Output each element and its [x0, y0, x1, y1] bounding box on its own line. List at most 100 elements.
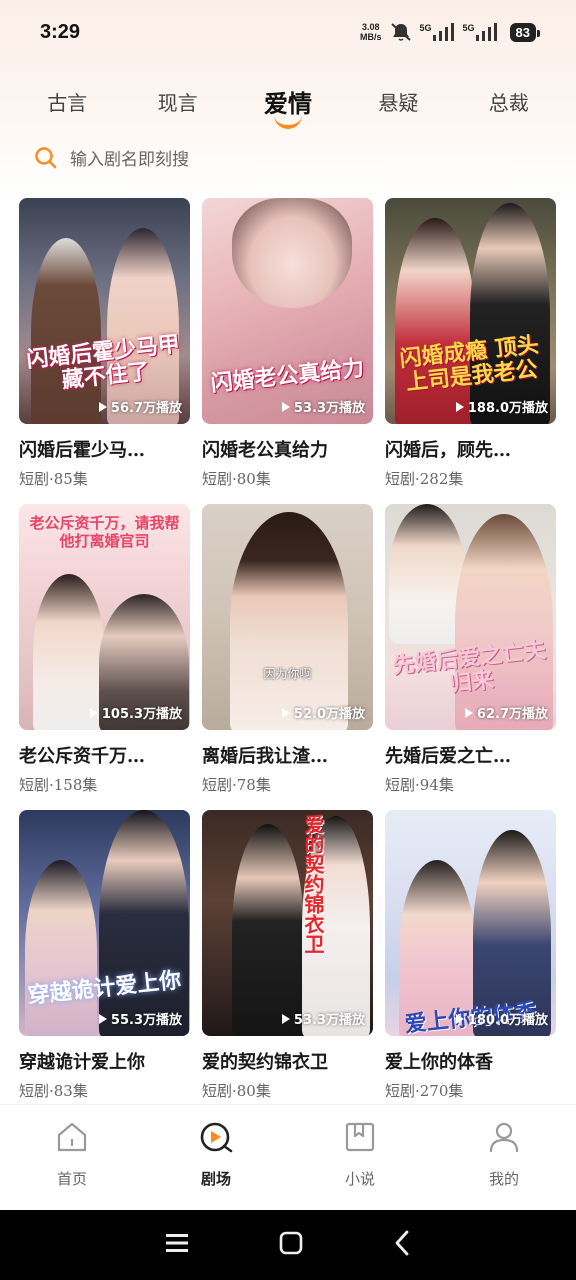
tab-ceo[interactable]: 总裁	[464, 87, 554, 116]
drama-meta: 短剧·80集	[202, 1082, 271, 1100]
book-icon	[343, 1120, 377, 1158]
tab-mystery[interactable]: 悬疑	[353, 87, 443, 116]
nav-theater[interactable]: 剧场	[166, 1120, 266, 1189]
status-icons: 3.08 MB/s 5G 5G 83	[360, 22, 541, 42]
network-speed-value: 3.08	[361, 22, 380, 32]
play-count-value: 55.3万播放	[110, 1013, 182, 1028]
nav-label: 我的	[488, 1170, 519, 1188]
drama-card[interactable]: 闪婚老公真给力 53.3万播放 闪婚老公真给力 短剧·80集	[202, 198, 373, 504]
drama-poster[interactable]: 爱的契约锦衣卫 53.3万播放	[202, 810, 373, 1036]
drama-meta: 短剧·270集	[385, 1082, 464, 1100]
play-count: 52.0万播放	[281, 703, 365, 722]
search-bar[interactable]	[34, 144, 554, 176]
drama-card[interactable]: 因为你啊 52.0万播放 离婚后我让渣… 短剧·78集	[202, 504, 373, 810]
menu-icon[interactable]	[165, 1232, 189, 1258]
signal-strength-icon: 5G	[463, 23, 498, 41]
play-icon	[98, 1013, 107, 1024]
drama-title[interactable]: 离婚后我让渣…	[202, 742, 373, 768]
drama-title[interactable]: 先婚后爱之亡…	[385, 742, 556, 768]
nav-novel[interactable]: 小说	[310, 1120, 410, 1189]
search-input[interactable]	[70, 150, 490, 170]
nav-label: 小说	[344, 1170, 375, 1188]
drama-title[interactable]: 闪婚老公真给力	[202, 436, 373, 462]
drama-card[interactable]: 闪婚成瘾 顶头上司是我老公 188.0万播放 闪婚后，顾先… 短剧·282集	[385, 198, 556, 504]
play-count-value: 105.3万播放	[101, 707, 182, 722]
play-count: 53.3万播放	[281, 1009, 365, 1028]
play-count: 53.3万播放	[281, 397, 365, 416]
nav-label: 首页	[56, 1170, 87, 1188]
home-button-icon[interactable]	[279, 1231, 303, 1259]
drama-card[interactable]: 穿越诡计爱上你 55.3万播放 穿越诡计爱上你 短剧·83集	[19, 810, 190, 1116]
bottom-nav: 首页 剧场 小说 我的	[0, 1104, 576, 1204]
drama-meta: 短剧·80集	[202, 470, 271, 488]
drama-title[interactable]: 闪婚后，顾先…	[385, 436, 556, 462]
back-icon[interactable]	[393, 1230, 411, 1260]
drama-grid: 闪婚后霍少马甲藏不住了 56.7万播放 闪婚后霍少马… 短剧·85集 闪婚老公真…	[19, 198, 559, 1116]
poster-title: 爱的契约锦衣卫	[301, 814, 325, 954]
profile-icon	[487, 1120, 521, 1158]
drama-poster[interactable]: 闪婚老公真给力 53.3万播放	[202, 198, 373, 424]
system-nav-bar	[0, 1210, 576, 1280]
play-icon	[464, 707, 473, 718]
tab-romance[interactable]: 爱情	[243, 84, 333, 119]
drama-poster[interactable]: 穿越诡计爱上你 55.3万播放	[19, 810, 190, 1036]
play-count-value: 188.0万播放	[467, 401, 548, 416]
tab-guyan[interactable]: 古言	[22, 87, 112, 116]
nav-profile[interactable]: 我的	[454, 1120, 554, 1189]
poster-title: 因为你啊	[263, 667, 312, 681]
drama-card[interactable]: 老公斥资千万，请我帮他打离婚官司 105.3万播放 老公斥资千万… 短剧·158…	[19, 504, 190, 810]
play-icon	[281, 707, 290, 718]
drama-poster[interactable]: 因为你啊 52.0万播放	[202, 504, 373, 730]
theater-play-icon	[198, 1120, 234, 1158]
category-tabs: 古言 现言 爱情 悬疑 总裁	[0, 76, 576, 126]
nav-label: 剧场	[200, 1170, 231, 1188]
play-icon	[455, 1013, 464, 1024]
network-speed: 3.08 MB/s	[360, 22, 382, 42]
drama-poster[interactable]: 先婚后爱之亡夫归来 62.7万播放	[385, 504, 556, 730]
play-icon	[281, 1013, 290, 1024]
drama-meta: 短剧·94集	[385, 776, 454, 794]
mute-bell-icon	[390, 22, 412, 42]
drama-poster[interactable]: 爱上你的体香 180.0万播放	[385, 810, 556, 1036]
drama-meta: 短剧·158集	[19, 776, 98, 794]
drama-meta: 短剧·85集	[19, 470, 88, 488]
battery-icon: 83	[509, 22, 541, 42]
drama-card[interactable]: 闪婚后霍少马甲藏不住了 56.7万播放 闪婚后霍少马… 短剧·85集	[19, 198, 190, 504]
nav-home[interactable]: 首页	[22, 1120, 122, 1189]
drama-meta: 短剧·83集	[19, 1082, 88, 1100]
drama-title[interactable]: 闪婚后霍少马…	[19, 436, 190, 462]
drama-poster[interactable]: 闪婚成瘾 顶头上司是我老公 188.0万播放	[385, 198, 556, 424]
search-icon	[34, 146, 58, 174]
sim2-label: 5G	[462, 23, 475, 33]
tab-xianyan[interactable]: 现言	[133, 87, 223, 116]
poster-title: 老公斥资千万，请我帮他打离婚官司	[29, 514, 180, 550]
play-count: 180.0万播放	[455, 1009, 548, 1028]
play-count: 62.7万播放	[464, 703, 548, 722]
signal-strength-icon: 5G	[420, 23, 455, 41]
drama-title[interactable]: 老公斥资千万…	[19, 742, 190, 768]
sim1-label: 5G	[419, 23, 432, 33]
play-icon	[89, 707, 98, 718]
drama-meta: 短剧·282集	[385, 470, 464, 488]
play-count: 105.3万播放	[89, 703, 182, 722]
status-bar: 3:29 3.08 MB/s 5G 5G 83	[0, 0, 576, 64]
drama-title[interactable]: 穿越诡计爱上你	[19, 1048, 190, 1074]
home-icon	[55, 1120, 89, 1158]
play-count-value: 53.3万播放	[293, 401, 365, 416]
drama-card[interactable]: 爱上你的体香 180.0万播放 爱上你的体香 短剧·270集	[385, 810, 556, 1116]
network-speed-unit: MB/s	[359, 32, 382, 42]
play-icon	[98, 401, 107, 412]
drama-poster[interactable]: 老公斥资千万，请我帮他打离婚官司 105.3万播放	[19, 504, 190, 730]
play-count: 55.3万播放	[98, 1009, 182, 1028]
drama-title[interactable]: 爱的契约锦衣卫	[202, 1048, 373, 1074]
drama-title[interactable]: 爱上你的体香	[385, 1048, 556, 1074]
drama-card[interactable]: 先婚后爱之亡夫归来 62.7万播放 先婚后爱之亡… 短剧·94集	[385, 504, 556, 810]
drama-poster[interactable]: 闪婚后霍少马甲藏不住了 56.7万播放	[19, 198, 190, 424]
play-count: 188.0万播放	[455, 397, 548, 416]
play-count-value: 180.0万播放	[467, 1013, 548, 1028]
status-time: 3:29	[40, 20, 81, 43]
play-count-value: 53.3万播放	[293, 1013, 365, 1028]
drama-card[interactable]: 爱的契约锦衣卫 53.3万播放 爱的契约锦衣卫 短剧·80集	[202, 810, 373, 1116]
play-count-value: 56.7万播放	[110, 401, 182, 416]
play-count: 56.7万播放	[98, 397, 182, 416]
